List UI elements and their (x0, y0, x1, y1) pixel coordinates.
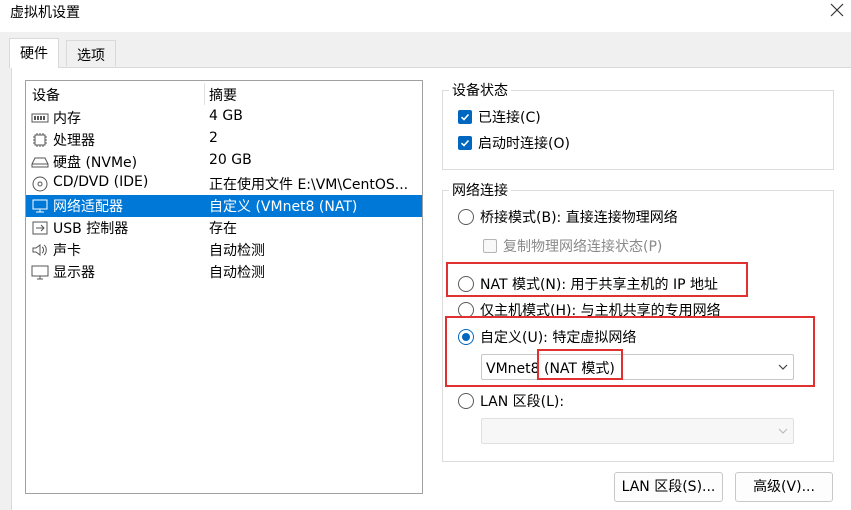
custom-network-value: VMnet8 (NAT 模式) (486, 358, 615, 378)
device-list[interactable]: 设备 摘要 内存 4 GB 处理器 2 硬盘 (NVMe) 20 GB CD/D… (25, 80, 423, 494)
lan-segments-button[interactable]: LAN 区段(S)... (614, 472, 723, 502)
device-name: 硬盘 (NVMe) (53, 155, 138, 171)
radio-unselected-icon (458, 209, 474, 225)
column-header-summary[interactable]: 摘要 (209, 85, 237, 105)
usb-icon (32, 221, 48, 235)
connect-at-power-on-checkbox[interactable]: 启动时连接(O) (458, 133, 570, 153)
bridged-label: 桥接模式(B): 直接连接物理网络 (480, 210, 678, 226)
custom-network-value-prefix: VMnet8 (486, 361, 540, 377)
device-row-cd-dvd[interactable]: CD/DVD (IDE) 正在使用文件 E:\VM\CentOS... (26, 173, 422, 195)
column-header-device[interactable]: 设备 (32, 85, 60, 105)
close-button[interactable] (829, 2, 845, 18)
memory-icon (31, 113, 49, 123)
custom-network-value-suffix: (NAT 模式) (544, 361, 615, 377)
bridged-radio[interactable]: 桥接模式(B): 直接连接物理网络 (458, 207, 678, 227)
tab-options[interactable]: 选项 (66, 40, 116, 66)
device-summary: 自动检测 (209, 265, 265, 281)
checkbox-checked-icon (458, 136, 472, 150)
checkbox-unchecked-icon (483, 239, 497, 253)
cpu-icon (33, 133, 47, 147)
device-row-network-adapter[interactable]: 网络适配器 自定义 (VMnet8 (NAT) (26, 195, 422, 217)
device-summary: 正在使用文件 E:\VM\CentOS... (209, 177, 409, 193)
device-summary: 20 GB (209, 152, 252, 168)
connected-label: 已连接(C) (478, 110, 541, 126)
tab-hardware[interactable]: 硬件 (9, 38, 59, 68)
replicate-state-label: 复制物理网络连接状态(P) (503, 239, 663, 255)
list-header: 设备 摘要 (26, 81, 422, 107)
custom-label: 自定义(U): 特定虚拟网络 (480, 330, 637, 346)
lan-segment-label: LAN 区段(L): (480, 394, 565, 410)
checkbox-checked-icon (458, 110, 472, 124)
radio-selected-icon (458, 329, 474, 345)
network-connection-legend: 网络连接 (452, 183, 508, 199)
radio-unselected-icon (458, 276, 474, 292)
device-summary: 4 GB (209, 108, 243, 124)
monitor-icon (31, 265, 49, 280)
device-row-display[interactable]: 显示器 自动检测 (26, 261, 422, 283)
column-separator[interactable] (204, 83, 205, 105)
replicate-state-checkbox[interactable]: 复制物理网络连接状态(P) (483, 236, 662, 256)
custom-radio[interactable]: 自定义(U): 特定虚拟网络 (458, 327, 636, 347)
cd-dvd-icon (32, 176, 48, 192)
chevron-down-icon (778, 428, 788, 434)
device-row-memory[interactable]: 内存 4 GB (26, 107, 422, 129)
device-name: USB 控制器 (53, 221, 129, 237)
network-adapter-icon (32, 199, 48, 213)
device-row-usb[interactable]: USB 控制器 存在 (26, 217, 422, 239)
chevron-down-icon (778, 364, 788, 370)
device-row-harddisk[interactable]: 硬盘 (NVMe) 20 GB (26, 151, 422, 173)
device-name: 声卡 (53, 243, 81, 259)
radio-unselected-icon (458, 302, 474, 318)
device-summary: 自定义 (VMnet8 (NAT) (209, 199, 358, 215)
device-summary: 存在 (209, 221, 237, 237)
advanced-button[interactable]: 高级(V)... (735, 472, 833, 502)
nat-label: NAT 模式(N): 用于共享主机的 IP 地址 (480, 277, 718, 293)
host-only-label: 仅主机模式(H): 与主机共享的专用网络 (480, 303, 721, 319)
lan-segment-select[interactable] (481, 418, 794, 444)
device-name: CD/DVD (IDE) (53, 174, 149, 190)
device-name: 处理器 (53, 133, 95, 149)
device-summary: 自动检测 (209, 243, 265, 259)
host-only-radio[interactable]: 仅主机模式(H): 与主机共享的专用网络 (458, 300, 721, 320)
radio-unselected-icon (458, 393, 474, 409)
device-status-legend: 设备状态 (452, 83, 508, 99)
harddisk-icon (31, 157, 49, 168)
connected-checkbox[interactable]: 已连接(C) (458, 107, 541, 127)
title-bar: 虚拟机设置 (0, 0, 851, 32)
window-title: 虚拟机设置 (10, 5, 80, 21)
device-row-sound-card[interactable]: 声卡 自动检测 (26, 239, 422, 261)
device-name: 内存 (53, 111, 81, 127)
connect-at-power-on-label: 启动时连接(O) (478, 136, 570, 152)
device-name: 网络适配器 (53, 199, 123, 215)
close-icon (830, 3, 844, 17)
device-summary: 2 (209, 130, 218, 146)
device-name: 显示器 (53, 265, 95, 281)
nat-radio[interactable]: NAT 模式(N): 用于共享主机的 IP 地址 (458, 274, 718, 294)
lan-segment-radio[interactable]: LAN 区段(L): (458, 391, 564, 411)
device-row-processor[interactable]: 处理器 2 (26, 129, 422, 151)
custom-network-select[interactable]: VMnet8 (NAT 模式) (481, 354, 794, 380)
speaker-icon (32, 244, 47, 256)
